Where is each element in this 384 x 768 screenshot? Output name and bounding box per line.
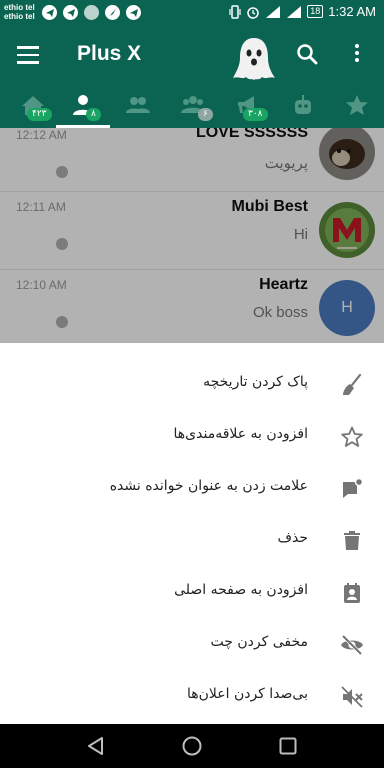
back-icon[interactable] bbox=[85, 735, 107, 757]
tab-bots[interactable] bbox=[276, 84, 330, 128]
tab-favorites[interactable] bbox=[330, 84, 384, 128]
tab-supergroups[interactable]: ۶ bbox=[166, 84, 220, 128]
star-outline-icon bbox=[341, 426, 363, 447]
status-bar: ethio tel ethio tel 18 1:32 AM bbox=[0, 0, 384, 26]
contact-card-icon bbox=[344, 583, 360, 603]
signal-icon bbox=[287, 5, 302, 18]
mute-icon bbox=[341, 686, 363, 708]
telegram-icon bbox=[126, 5, 141, 20]
add-to-home-screen-item[interactable]: افزودن به صفحه اصلی bbox=[0, 567, 384, 619]
tab-contacts[interactable]: ۸ bbox=[56, 84, 110, 128]
circle-icon bbox=[84, 5, 99, 20]
broom-icon bbox=[343, 373, 362, 395]
app-title: Plus X bbox=[77, 42, 142, 65]
sheet-item-label: حذف bbox=[277, 530, 308, 546]
telegram-icon bbox=[42, 5, 57, 20]
telegram-icon bbox=[63, 5, 78, 20]
sheet-item-label: بی‌صدا کردن اعلان‌ها bbox=[186, 686, 308, 702]
eye-off-icon bbox=[341, 634, 363, 656]
tab-badge: ۶ bbox=[198, 108, 213, 121]
folder-tabs: ۴۲۳ ۸ ۶ ۳۰۸ bbox=[0, 84, 384, 128]
hide-chat-item[interactable]: مخفی کردن چت bbox=[0, 619, 384, 671]
menu-icon[interactable] bbox=[17, 46, 39, 64]
trash-icon bbox=[344, 531, 360, 550]
bot-icon bbox=[295, 95, 311, 114]
sheet-item-label: پاک کردن تاریخچه bbox=[203, 374, 308, 390]
sheet-item-label: افزودن به صفحه اصلی bbox=[174, 582, 308, 598]
delete-item[interactable]: حذف bbox=[0, 515, 384, 567]
clock: 1:32 AM bbox=[328, 4, 376, 19]
dim-overlay[interactable] bbox=[0, 128, 384, 343]
tab-badge: ۸ bbox=[86, 108, 101, 121]
mark-as-unread-item[interactable]: علامت زدن به عنوان خوانده نشده bbox=[0, 463, 384, 515]
tab-channels[interactable]: ۳۰۸ bbox=[221, 84, 275, 128]
carrier-2: ethio tel bbox=[4, 12, 35, 21]
rocket-icon bbox=[105, 5, 120, 20]
tab-groups[interactable] bbox=[111, 84, 165, 128]
chat-options-sheet: پاک کردن تاریخچه افزودن به علاقه‌مندی‌ها… bbox=[0, 343, 384, 724]
chat-list: 12:12 AM LOVE SSSSSS پریویت 12:11 AM Mub… bbox=[0, 128, 384, 343]
unread-chat-icon bbox=[343, 477, 364, 498]
ghost-icon[interactable] bbox=[232, 36, 276, 82]
sheet-item-label: علامت زدن به عنوان خوانده نشده bbox=[109, 478, 308, 494]
vibrate-icon bbox=[229, 4, 241, 19]
tab-badge: ۳۰۸ bbox=[243, 108, 268, 121]
mute-notifications-item[interactable]: بی‌صدا کردن اعلان‌ها bbox=[0, 671, 384, 723]
alarm-icon bbox=[247, 6, 260, 19]
carrier-names: ethio tel ethio tel bbox=[4, 3, 35, 21]
tab-badge: ۴۲۳ bbox=[27, 108, 52, 121]
battery-indicator: 18 bbox=[307, 5, 324, 18]
more-options-icon[interactable] bbox=[352, 44, 362, 66]
recents-icon[interactable] bbox=[277, 735, 299, 757]
app-bar: Plus X bbox=[0, 26, 384, 84]
clear-history-item[interactable]: پاک کردن تاریخچه bbox=[0, 359, 384, 411]
tab-home[interactable]: ۴۲۳ bbox=[6, 84, 60, 128]
sheet-item-label: افزودن به علاقه‌مندی‌ها bbox=[173, 426, 308, 442]
search-icon[interactable] bbox=[296, 43, 318, 65]
add-to-favorites-item[interactable]: افزودن به علاقه‌مندی‌ها bbox=[0, 411, 384, 463]
carrier-1: ethio tel bbox=[4, 3, 35, 12]
signal-icon bbox=[266, 5, 281, 18]
group-icon bbox=[126, 97, 150, 113]
star-icon bbox=[346, 95, 368, 115]
home-circle-icon[interactable] bbox=[181, 735, 203, 757]
sheet-item-label: مخفی کردن چت bbox=[210, 634, 309, 650]
system-nav-bar bbox=[0, 724, 384, 768]
